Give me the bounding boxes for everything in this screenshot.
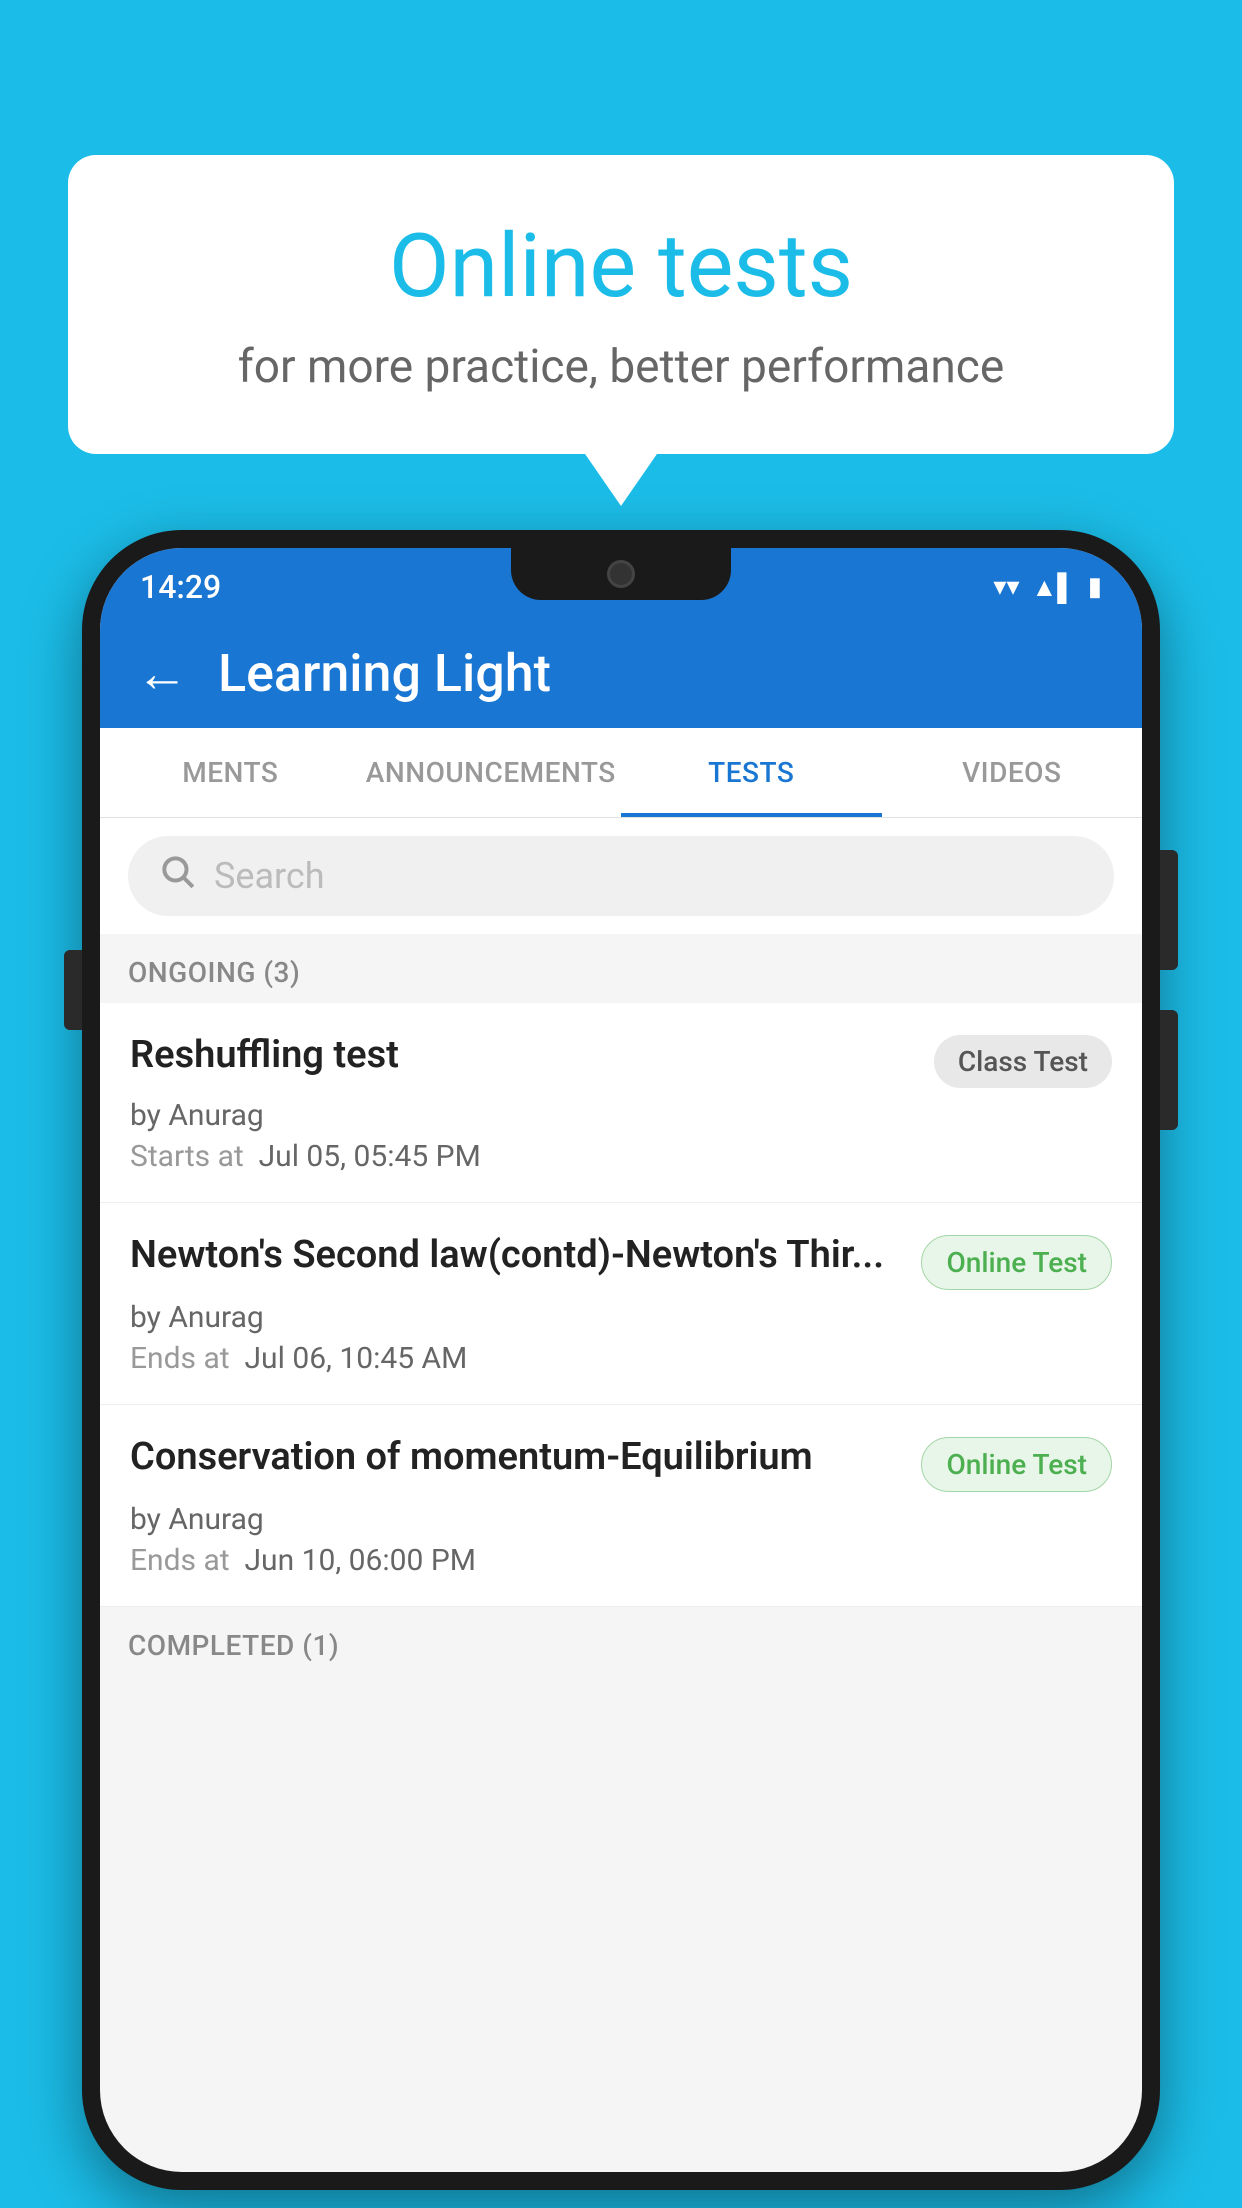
wifi-icon: ▾▾	[993, 572, 1019, 602]
test-time: Starts at Jul 05, 05:45 PM	[130, 1139, 1112, 1174]
app-bar: ← Learning Light	[100, 618, 1142, 728]
tab-ments[interactable]: MENTS	[100, 728, 361, 817]
completed-section-header: COMPLETED (1)	[100, 1607, 1142, 1676]
test-item[interactable]: Conservation of momentum-Equilibrium Onl…	[100, 1405, 1142, 1607]
test-author: by Anurag	[130, 1300, 1112, 1335]
bubble-title: Online tests	[148, 215, 1094, 318]
test-time-value: Jun 10, 06:00 PM	[245, 1543, 476, 1578]
test-time-value: Jul 06, 10:45 AM	[245, 1341, 468, 1376]
tab-tests[interactable]: TESTS	[621, 728, 882, 817]
status-icons: ▾▾ ▲▌ ▮	[993, 572, 1102, 603]
phone-notch	[511, 548, 731, 600]
test-item-header: Newton's Second law(contd)-Newton's Thir…	[130, 1231, 1112, 1290]
test-item-header: Conservation of momentum-Equilibrium Onl…	[130, 1433, 1112, 1492]
phone-frame: 14:29 ▾▾ ▲▌ ▮ ← Learning Light MENTS ANN…	[82, 530, 1160, 2190]
search-placeholder: Search	[214, 855, 325, 897]
tab-videos[interactable]: VIDEOS	[882, 728, 1143, 817]
status-time: 14:29	[140, 568, 221, 606]
search-icon	[158, 852, 196, 900]
test-time-value: Jul 05, 05:45 PM	[259, 1139, 481, 1174]
test-badge: Online Test	[921, 1437, 1112, 1492]
test-badge: Online Test	[921, 1235, 1112, 1290]
battery-icon: ▮	[1088, 572, 1102, 602]
search-bar-container: Search	[100, 818, 1142, 934]
tab-announcements[interactable]: ANNOUNCEMENTS	[361, 728, 622, 817]
tabs-bar: MENTS ANNOUNCEMENTS TESTS VIDEOS	[100, 728, 1142, 818]
front-camera	[607, 560, 635, 588]
test-badge: Class Test	[934, 1035, 1112, 1088]
search-bar[interactable]: Search	[128, 836, 1114, 916]
promo-bubble: Online tests for more practice, better p…	[68, 155, 1174, 454]
bubble-card: Online tests for more practice, better p…	[68, 155, 1174, 454]
test-item[interactable]: Newton's Second law(contd)-Newton's Thir…	[100, 1203, 1142, 1405]
test-time-label: Ends at	[130, 1543, 230, 1578]
phone-mockup: 14:29 ▾▾ ▲▌ ▮ ← Learning Light MENTS ANN…	[82, 530, 1160, 2190]
signal-icon: ▲▌	[1032, 572, 1076, 603]
test-time: Ends at Jul 06, 10:45 AM	[130, 1341, 1112, 1376]
test-author: by Anurag	[130, 1502, 1112, 1537]
test-item[interactable]: Reshuffling test Class Test by Anurag St…	[100, 1003, 1142, 1203]
test-time-label: Ends at	[130, 1341, 230, 1376]
test-title: Newton's Second law(contd)-Newton's Thir…	[130, 1231, 921, 1280]
test-author: by Anurag	[130, 1098, 1112, 1133]
volume-down-button	[1160, 1010, 1178, 1130]
test-title: Conservation of momentum-Equilibrium	[130, 1433, 921, 1482]
volume-button	[64, 950, 82, 1030]
test-time-label: Starts at	[130, 1139, 244, 1174]
power-button	[1160, 850, 1178, 970]
bubble-subtitle: for more practice, better performance	[148, 340, 1094, 394]
phone-screen: 14:29 ▾▾ ▲▌ ▮ ← Learning Light MENTS ANN…	[100, 548, 1142, 2172]
back-button[interactable]: ←	[136, 643, 188, 704]
app-title: Learning Light	[218, 643, 551, 704]
test-item-header: Reshuffling test Class Test	[130, 1031, 1112, 1088]
test-time: Ends at Jun 10, 06:00 PM	[130, 1543, 1112, 1578]
ongoing-section-header: ONGOING (3)	[100, 934, 1142, 1003]
test-title: Reshuffling test	[130, 1031, 934, 1080]
